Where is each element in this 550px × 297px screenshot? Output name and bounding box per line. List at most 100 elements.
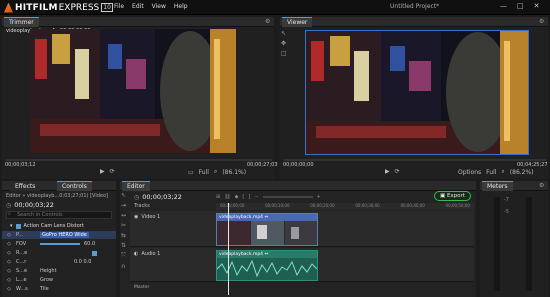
clock-icon: ◷	[134, 193, 140, 201]
trimmer-timecode-start: 00;00;03;12	[5, 162, 36, 168]
snap-icon[interactable]: ⊞	[216, 194, 220, 200]
menu-bar: File Edit View Help	[114, 3, 188, 10]
property-row[interactable]: ◇ FOV 60.0	[2, 240, 116, 248]
effect-enabled-checkbox[interactable]	[15, 223, 21, 229]
tab-controls[interactable]: Controls	[57, 181, 92, 191]
gear-icon[interactable]: ⚙	[265, 18, 270, 25]
pointer-tool-icon[interactable]: ↖	[281, 30, 289, 37]
zoom-in-icon[interactable]: +	[317, 194, 321, 200]
property-row[interactable]: ◇ P... GoPro HERO Wide	[2, 231, 116, 239]
keyframe-icon[interactable]: ◇	[2, 286, 16, 292]
monitor-icon[interactable]: ▭	[188, 169, 194, 176]
speaker-icon[interactable]: ◐	[134, 251, 138, 257]
property-value[interactable]: 60.0	[84, 241, 95, 247]
marker-icon[interactable]: ◆	[235, 194, 239, 200]
selection-tool-icon[interactable]: ↖	[121, 192, 128, 199]
gear-icon[interactable]: ⚙	[539, 182, 544, 189]
viewer-playback-controls: ▶ ⟳	[385, 168, 400, 175]
close-icon[interactable]: ✕	[534, 2, 540, 10]
keyframe-icon[interactable]: ◇	[2, 277, 16, 283]
keyframe-icon[interactable]: ◇	[2, 268, 16, 274]
keyframe-icon[interactable]: ◇	[2, 241, 16, 247]
play-icon[interactable]: ▶	[385, 168, 390, 175]
fit-select[interactable]: Full	[199, 169, 209, 176]
tab-meters[interactable]: Meters	[482, 181, 513, 191]
editor-panel: Editor ◷ 00;00;03;22 ⊞ ⛓ ◆ [ ] − + ▣ Exp…	[120, 181, 476, 297]
video-clip-thumbnails	[217, 221, 317, 245]
mask-tool-icon[interactable]: □	[281, 50, 289, 57]
tab-effects[interactable]: Effects	[10, 181, 41, 191]
magnet-icon[interactable]: ∩	[121, 263, 128, 270]
property-label: P...	[16, 232, 24, 238]
chevron-down-icon[interactable]: ▾	[10, 223, 13, 229]
export-icon: ▣	[440, 193, 446, 199]
loop-icon[interactable]: ⟳	[395, 168, 400, 175]
meter-scale-label: -5	[504, 209, 509, 215]
editor-timecode[interactable]: 00;00;03;22	[142, 193, 182, 201]
track-select-icon[interactable]: ⇥	[121, 202, 128, 209]
property-value-select[interactable]: Tile	[40, 286, 49, 292]
controls-timecode[interactable]: 00;00;03;22	[14, 201, 54, 209]
menu-help[interactable]: Help	[174, 3, 188, 10]
meter-right-channel	[526, 197, 532, 291]
eye-icon[interactable]: ◉	[134, 214, 138, 220]
trimmer-scrub-bar[interactable]	[6, 159, 272, 161]
fov-slider[interactable]	[40, 243, 80, 245]
keyframe-icon[interactable]: ◇	[2, 232, 16, 238]
play-icon[interactable]: ▶	[100, 168, 105, 175]
property-value-select[interactable]: Height	[40, 268, 57, 274]
tab-trimmer[interactable]: Trimmer	[4, 17, 39, 27]
zoom-icon[interactable]: ⌕	[214, 168, 217, 176]
tab-editor[interactable]: Editor	[122, 181, 150, 191]
property-value[interactable]: 0.0 0.0	[74, 259, 92, 265]
minimize-icon[interactable]: —	[500, 2, 507, 10]
viewer-scrub-bar[interactable]	[284, 159, 546, 161]
maximize-icon[interactable]: □	[517, 2, 524, 10]
roll-tool-icon[interactable]: ⇅	[121, 242, 128, 249]
loop-icon[interactable]: ⟳	[110, 168, 115, 175]
meter-left-channel	[494, 197, 500, 291]
property-row[interactable]: ◇ W...s Tile	[2, 285, 116, 293]
playhead[interactable]	[228, 203, 229, 295]
pan-tool-icon[interactable]: ✥	[281, 40, 289, 47]
link-icon[interactable]: ⛓	[224, 194, 230, 200]
keyframe-icon[interactable]: ◇	[2, 259, 16, 265]
tab-viewer[interactable]: Viewer	[282, 17, 313, 27]
zoom-slider[interactable]	[262, 196, 313, 198]
property-row[interactable]: ◇ R...e	[2, 249, 116, 257]
property-row[interactable]: ◇ L...e Grow	[2, 276, 116, 284]
slice-tool-icon[interactable]: ✂	[121, 222, 128, 229]
zoom-value[interactable]: (86.1%)	[222, 169, 246, 176]
meter-scale-label: -7	[504, 197, 509, 203]
property-checkbox[interactable]	[92, 250, 97, 256]
meter-scale: -7 -5	[504, 197, 509, 215]
property-value-select[interactable]: Grow	[40, 277, 53, 283]
slip-tool-icon[interactable]: ↔	[121, 212, 128, 219]
out-point-icon[interactable]: ]	[248, 194, 250, 200]
keyframe-icon[interactable]: ◇	[2, 250, 16, 256]
export-button[interactable]: ▣ Export	[434, 191, 471, 201]
viewer-video-frame[interactable]	[305, 30, 529, 155]
search-input[interactable]: Search in Controls	[6, 211, 112, 219]
effect-header[interactable]: ▾ Action Cam Lens Distort	[10, 223, 84, 229]
zoom-out-icon[interactable]: −	[254, 194, 258, 200]
property-value-select[interactable]: GoPro HERO Wide	[40, 232, 89, 238]
timeline-ruler[interactable]: 00;00;00;00 00;00;10;00 00;00;20;00 00;0…	[216, 203, 474, 210]
rate-stretch-icon[interactable]: ⤧	[121, 252, 128, 260]
options-menu[interactable]: Options	[458, 169, 481, 176]
fit-select[interactable]: Full	[486, 169, 496, 176]
ripple-tool-icon[interactable]: ⇆	[121, 232, 128, 239]
menu-file[interactable]: File	[114, 3, 124, 10]
property-row[interactable]: ◇ C...r 0.0 0.0	[2, 258, 116, 266]
zoom-icon[interactable]: ⌕	[501, 168, 504, 176]
menu-view[interactable]: View	[152, 3, 166, 10]
video-clip[interactable]: videoplayback.mp4 ⇔	[216, 213, 318, 246]
editor-tabbar: Editor	[120, 181, 476, 191]
property-row[interactable]: ◇ S...e Height	[2, 267, 116, 275]
trimmer-video-frame[interactable]	[30, 29, 236, 153]
gear-icon[interactable]: ⚙	[539, 18, 544, 25]
zoom-value[interactable]: (86.2%)	[510, 169, 534, 176]
in-point-icon[interactable]: [	[242, 194, 244, 200]
audio-clip[interactable]: videoplayback.mp4 ⇔	[216, 250, 318, 281]
menu-edit[interactable]: Edit	[132, 3, 144, 10]
